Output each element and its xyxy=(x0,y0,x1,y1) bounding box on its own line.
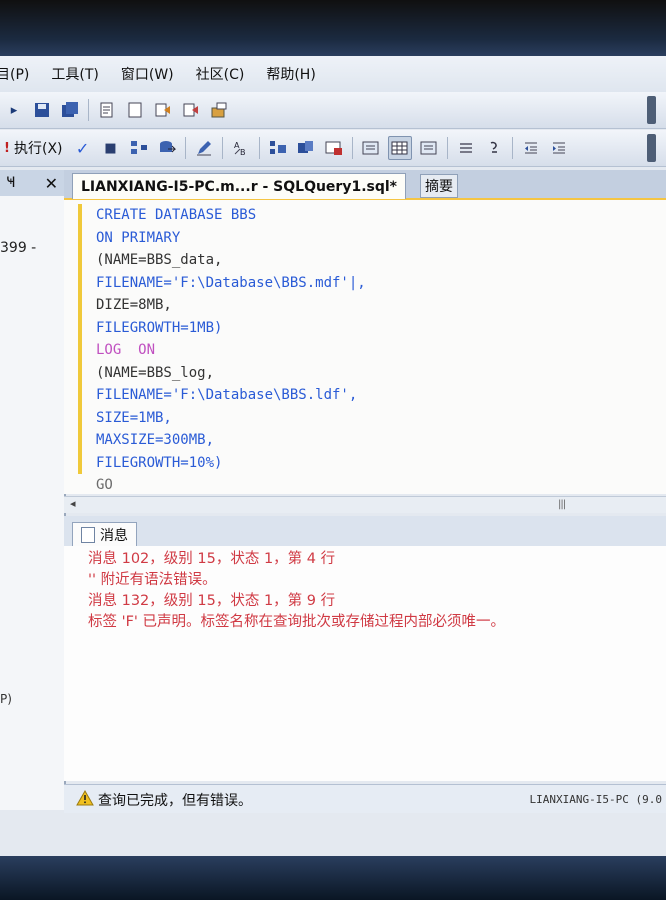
menu-community[interactable]: 社区(C) xyxy=(196,64,245,84)
error-message-line: 标签 'F' 已声明。标签名称在查询批次或存储过程内部必须唯一。 xyxy=(88,614,506,630)
code-line[interactable]: GO xyxy=(96,474,366,497)
editor-horizontal-scrollbar[interactable]: ◂ ||| xyxy=(64,496,666,513)
code-line[interactable]: FILEGROWTH=1MB) xyxy=(96,317,366,340)
code-line[interactable]: FILENAME='F:\Database\BBS.mdf'|, xyxy=(96,272,366,295)
execute-button[interactable]: 执行(X) xyxy=(14,138,63,158)
monitor-bezel-bottom xyxy=(0,856,666,900)
svg-text:B: B xyxy=(240,148,246,156)
toolbar-separator xyxy=(258,137,260,159)
error-message-line: 消息 102，级别 15，状态 1，第 4 行 xyxy=(88,551,336,567)
code-line[interactable]: LOG ON xyxy=(96,339,366,362)
tab-summary[interactable]: 摘要 xyxy=(420,174,458,198)
intellisense-icon[interactable]: AB xyxy=(230,137,252,159)
panel-footer-text: P) xyxy=(0,692,12,706)
code-line[interactable]: FILEGROWTH=10%) xyxy=(96,452,366,475)
document-tab-strip: LIANXIANG-I5-PC.m...r - SQLQuery1.sql* 摘… xyxy=(64,170,666,200)
toolbar-separator xyxy=(221,137,223,159)
toolbar-separator xyxy=(446,137,448,159)
query-status-bar: 查询已完成，但有错误。 LIANXIANG-I5-PC (9.0 xyxy=(64,784,666,813)
menu-window[interactable]: 窗口(W) xyxy=(121,64,174,84)
new-query-icon[interactable] xyxy=(96,99,118,121)
save-icon[interactable] xyxy=(31,99,53,121)
object-explorer-panel: Ҹ ✕ 399 - P) xyxy=(0,170,66,810)
query-editor[interactable]: CREATE DATABASE BBS ON PRIMARY (NAME=BBS… xyxy=(64,200,666,494)
decrease-indent-icon[interactable] xyxy=(520,137,542,159)
tab-messages[interactable]: 消息 xyxy=(72,522,137,547)
parse-check-icon[interactable]: ✓ xyxy=(72,137,94,159)
display-plan-icon[interactable] xyxy=(128,137,150,159)
error-message-line: 消息 132，级别 15，状态 1，第 9 行 xyxy=(88,593,336,609)
menu-help[interactable]: 帮助(H) xyxy=(266,64,315,84)
results-to-file-icon[interactable] xyxy=(360,137,382,159)
comment-out-icon[interactable] xyxy=(455,137,477,159)
save-all-icon[interactable] xyxy=(59,99,81,121)
status-text: 查询已完成，但有错误。 xyxy=(98,793,252,809)
toolbar-separator xyxy=(351,137,353,159)
tab-sqlquery1[interactable]: LIANXIANG-I5-PC.m...r - SQLQuery1.sql* xyxy=(72,173,406,199)
code-line[interactable]: (NAME=BBS_log, xyxy=(96,362,366,385)
code-line[interactable]: ON PRIMARY xyxy=(96,227,366,250)
document-icon[interactable] xyxy=(124,99,146,121)
panel-pin-icon[interactable]: Ҹ xyxy=(6,175,16,191)
toolbar-separator xyxy=(184,137,186,159)
results-to-text-icon[interactable] xyxy=(323,137,345,159)
changed-lines-marker xyxy=(78,204,82,474)
results-pane-icon[interactable] xyxy=(418,137,440,159)
tools-icon[interactable] xyxy=(208,99,230,121)
paste-icon[interactable] xyxy=(180,99,202,121)
tab-messages-label: 消息 xyxy=(100,528,128,544)
code-line[interactable]: CREATE DATABASE BBS xyxy=(96,204,366,227)
cut-icon[interactable] xyxy=(152,99,174,121)
cancel-query-icon[interactable]: ■ xyxy=(100,137,122,159)
sql-editor-toolbar: ! 执行(X) ✓ ■ AB xyxy=(0,130,666,167)
toolbar-separator xyxy=(511,137,513,159)
object-explorer-header: Ҹ ✕ xyxy=(0,170,64,196)
edit-pencil-icon[interactable] xyxy=(193,137,215,159)
menu-tools[interactable]: 工具(T) xyxy=(51,64,98,84)
results-to-grid-icon[interactable] xyxy=(387,136,412,160)
scroll-left-icon[interactable]: ◂ xyxy=(70,497,76,510)
server-node-text[interactable]: 399 - xyxy=(0,240,36,256)
close-icon[interactable]: ✕ xyxy=(45,174,58,193)
code-line[interactable]: FILENAME='F:\Database\BBS.ldf', xyxy=(96,384,366,407)
standard-toolbar: ▸ xyxy=(0,92,666,129)
warning-icon xyxy=(76,790,94,806)
code-line[interactable]: SIZE=1MB, xyxy=(96,407,366,430)
ssms-window: 目(P) 工具(T) 窗口(W) 社区(C) 帮助(H) ▸ ! 执行(X) ✓… xyxy=(0,56,666,856)
scroll-thumb-grip-icon[interactable]: ||| xyxy=(558,499,566,510)
database-arrow-icon[interactable] xyxy=(156,137,178,159)
client-stats-icon[interactable] xyxy=(295,137,317,159)
execute-icon[interactable]: ! xyxy=(3,137,11,159)
menu-bar: 目(P) 工具(T) 窗口(W) 社区(C) 帮助(H) xyxy=(0,56,666,92)
messages-page-icon xyxy=(81,527,95,543)
include-plan-icon[interactable] xyxy=(267,137,289,159)
code-block[interactable]: CREATE DATABASE BBS ON PRIMARY (NAME=BBS… xyxy=(96,204,366,497)
messages-pane[interactable]: 消息 102，级别 15，状态 1，第 4 行 '' 附近有语法错误。 消息 1… xyxy=(64,546,666,781)
toolbar-separator xyxy=(88,99,89,121)
toolbar-overflow-handle[interactable] xyxy=(647,96,656,124)
uncomment-icon[interactable] xyxy=(483,137,505,159)
open-icon[interactable]: ▸ xyxy=(3,99,25,121)
monitor-bezel-top xyxy=(0,0,666,56)
menu-project[interactable]: 目(P) xyxy=(0,64,29,84)
server-name: LIANXIANG-I5-PC (9.0 xyxy=(529,793,662,806)
code-line[interactable]: MAXSIZE=300MB, xyxy=(96,429,366,452)
increase-indent-icon[interactable] xyxy=(548,137,570,159)
code-line[interactable]: (NAME=BBS_data, xyxy=(96,249,366,272)
code-line[interactable]: DIZE=8MB, xyxy=(96,294,366,317)
results-tab-strip: 消息 xyxy=(64,516,666,547)
toolbar-overflow-handle[interactable] xyxy=(647,134,656,162)
error-message-line: '' 附近有语法错误。 xyxy=(88,572,217,588)
